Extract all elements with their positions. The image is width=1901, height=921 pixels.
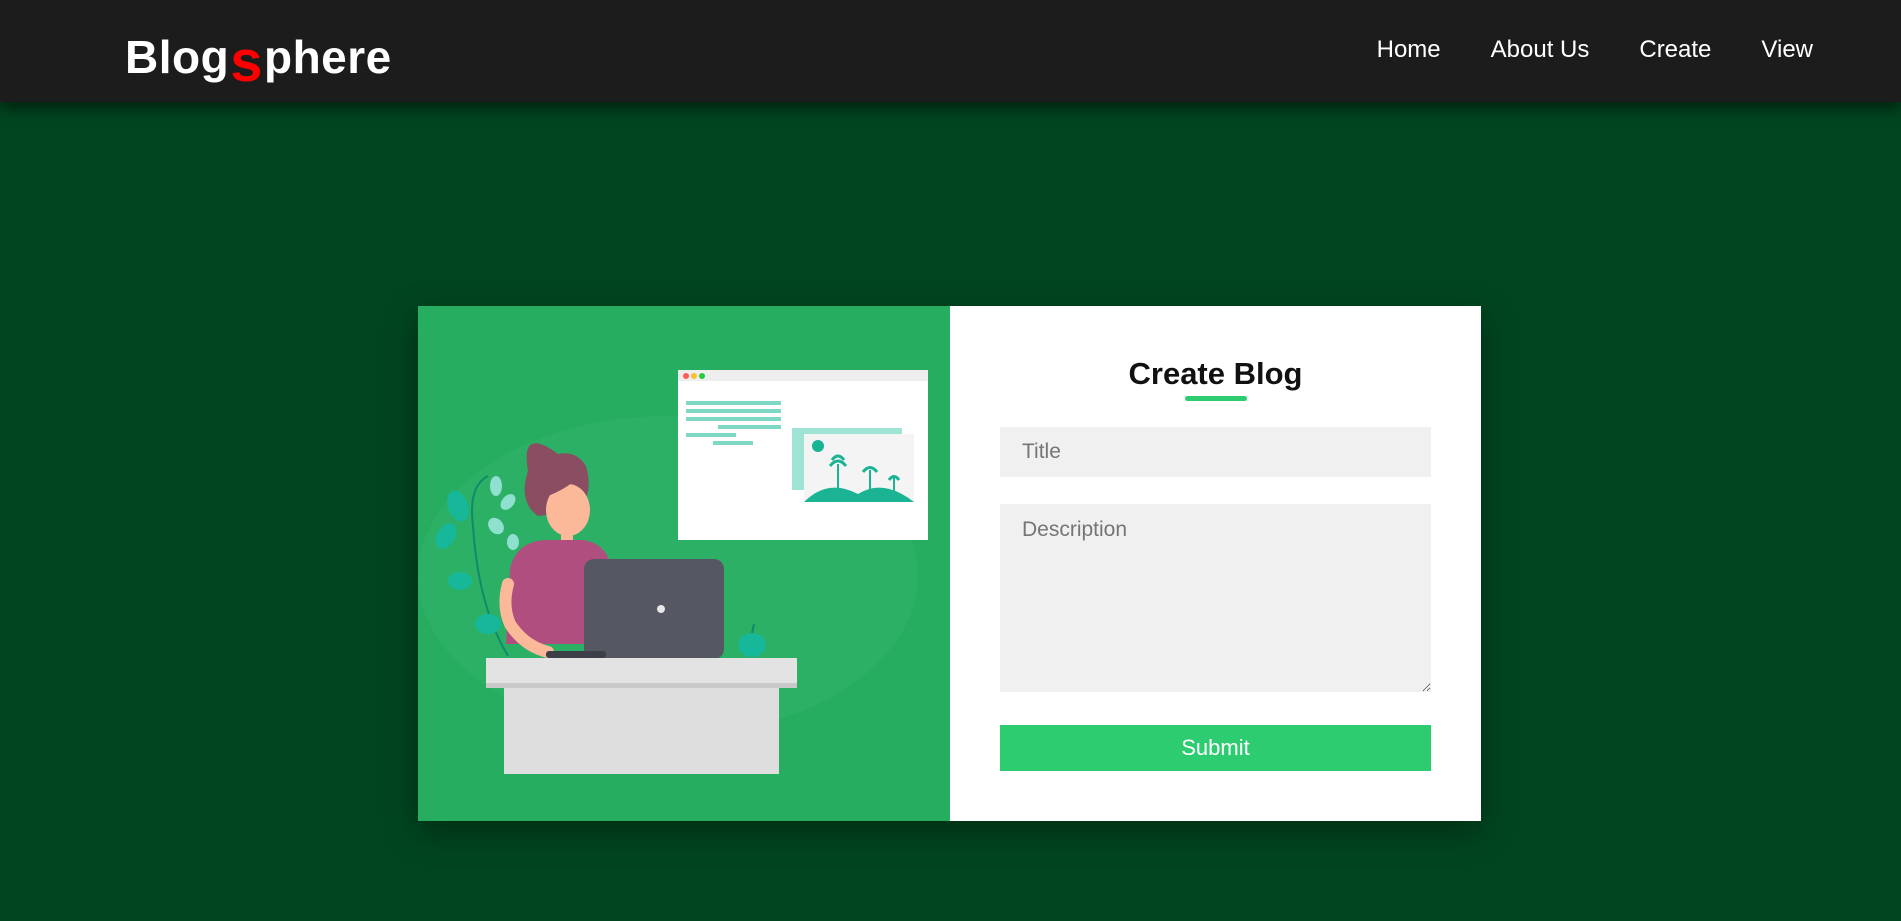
create-blog-card: Create Blog Submit: [418, 306, 1481, 821]
description-textarea[interactable]: [1000, 504, 1431, 692]
blogging-illustration: [418, 306, 950, 821]
navbar: Blogsphere Home About Us Create View: [0, 0, 1901, 102]
nav-menu: Home About Us Create View: [1377, 36, 1813, 64]
brand-text-part2: phere: [263, 31, 392, 83]
form-heading: Create Blog: [1128, 356, 1303, 391]
woman-at-laptop-illustration: [418, 370, 928, 774]
nav-link-home[interactable]: Home: [1377, 36, 1441, 64]
create-blog-form: Create Blog Submit: [950, 306, 1481, 821]
title-input[interactable]: [1000, 427, 1431, 477]
heading-underline: [1185, 396, 1247, 401]
nav-link-create[interactable]: Create: [1639, 36, 1711, 64]
brand-accent-letter: s: [230, 29, 263, 94]
brand-logo[interactable]: Blogsphere: [125, 20, 392, 94]
brand-text-part1: Blog: [125, 31, 230, 83]
browser-window-graphic: [678, 370, 928, 540]
submit-button[interactable]: Submit: [1000, 725, 1431, 771]
desk-graphic: [486, 658, 797, 774]
nav-link-about-us[interactable]: About Us: [1491, 36, 1590, 64]
nav-link-view[interactable]: View: [1761, 36, 1813, 64]
